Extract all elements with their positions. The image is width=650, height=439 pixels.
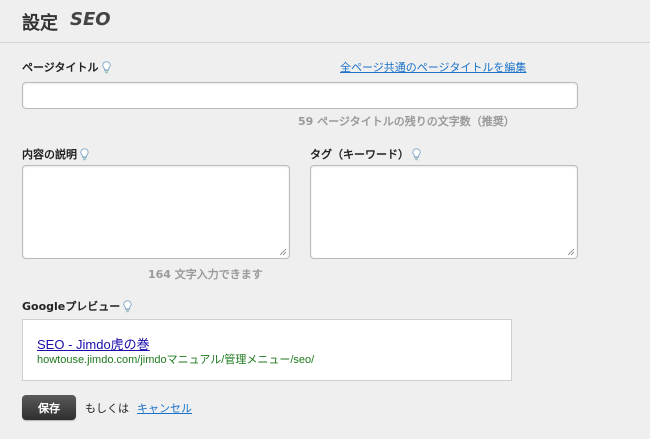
google-preview-label: Googleプレビュー bbox=[22, 300, 121, 313]
edit-common-page-title-link[interactable]: 全ページ共通のページタイトルを編集 bbox=[340, 59, 526, 75]
lightbulb-icon[interactable] bbox=[101, 60, 111, 74]
description-label: 内容の説明 bbox=[22, 148, 77, 161]
page-header: 設定 SEO bbox=[0, 0, 650, 43]
description-textarea[interactable] bbox=[22, 165, 290, 259]
page-title-label: ページタイトル bbox=[22, 61, 99, 74]
page-title-input[interactable] bbox=[22, 82, 578, 109]
cancel-link[interactable]: キャンセル bbox=[137, 400, 192, 416]
save-button[interactable]: 保存 bbox=[22, 395, 76, 420]
lightbulb-icon[interactable] bbox=[412, 147, 421, 161]
page-title-settings: 設定 bbox=[22, 13, 58, 34]
page-title-remaining-chars: 59 ページタイトルの残りの文字数（推奨） bbox=[298, 115, 515, 128]
resize-grip-icon[interactable] bbox=[279, 248, 287, 256]
lightbulb-icon[interactable] bbox=[123, 299, 132, 313]
page-title-label-group: ページタイトル bbox=[22, 59, 111, 75]
lightbulb-icon[interactable] bbox=[80, 147, 89, 161]
description-label-group: 内容の説明 bbox=[22, 146, 89, 162]
page-title-seo: SEO bbox=[70, 9, 111, 30]
google-preview-label-group: Googleプレビュー bbox=[22, 298, 132, 314]
or-text: もしくは bbox=[85, 402, 129, 415]
google-preview-url: howtouse.jimdo.com/jimdoマニュアル/管理メニュー/seo… bbox=[37, 354, 315, 366]
keywords-label-group: タグ（キーワード） bbox=[310, 146, 421, 162]
keywords-label: タグ（キーワード） bbox=[310, 148, 409, 161]
google-preview-box: SEO - Jimdo虎の巻 howtouse.jimdo.com/jimdoマ… bbox=[22, 319, 512, 381]
resize-grip-icon[interactable] bbox=[567, 248, 575, 256]
keywords-textarea[interactable] bbox=[310, 165, 578, 259]
description-char-count: 164 文字入力できます bbox=[148, 268, 263, 281]
